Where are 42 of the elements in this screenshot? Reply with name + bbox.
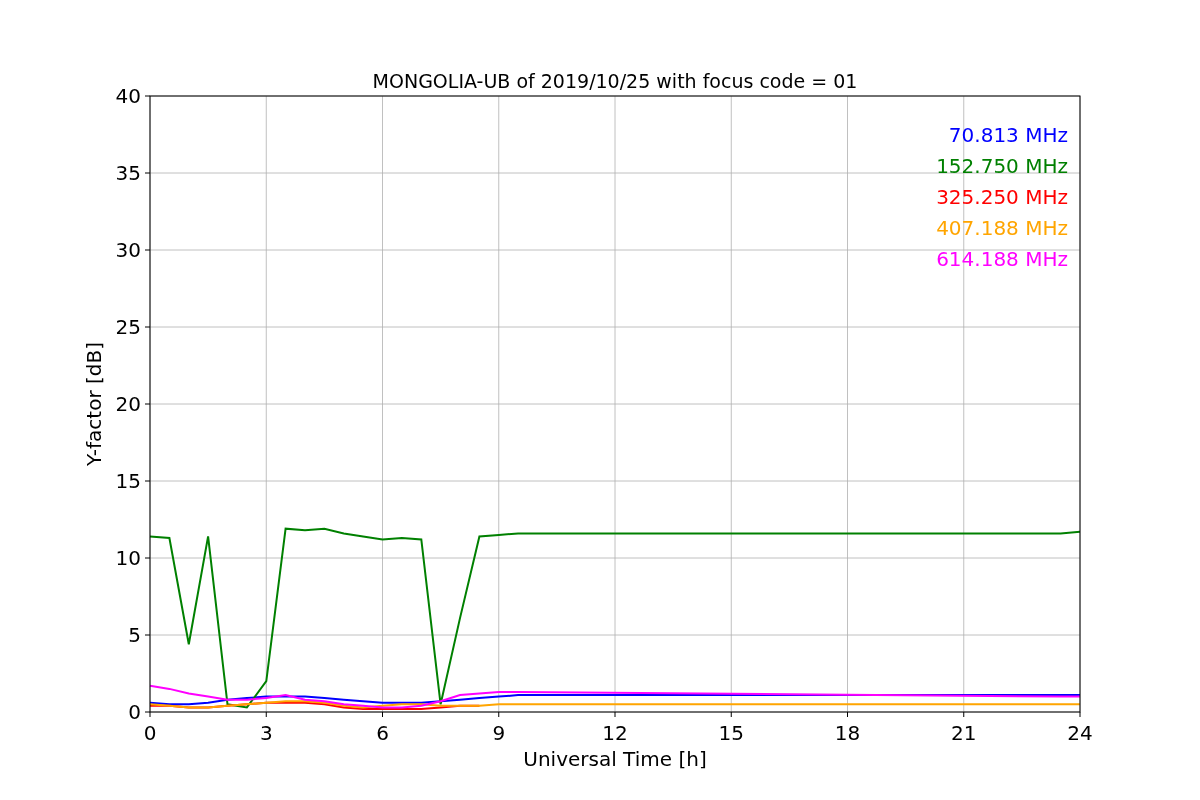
- y-tick-label: 25: [115, 315, 141, 339]
- x-tick-label: 12: [602, 721, 628, 745]
- x-tick-label: 9: [492, 721, 506, 745]
- y-tick-label: 40: [115, 84, 151, 108]
- x-tick-label: 21: [951, 721, 977, 745]
- y-tick-label: 10: [115, 546, 141, 570]
- y-tick-label: 0: [128, 700, 141, 724]
- legend-label: 407.188 MHz: [936, 216, 1068, 240]
- y-tick-label: 40: [115, 84, 141, 108]
- y-tick-label: 30: [115, 238, 151, 262]
- x-tick-label: 3: [259, 721, 273, 745]
- x-tick-label: 18: [834, 721, 861, 745]
- x-tick-label: 0: [143, 721, 157, 745]
- y-tick-label: 20: [115, 392, 141, 416]
- x-tick-label: 6: [376, 721, 389, 745]
- x-tick-label: 24: [1067, 721, 1093, 745]
- x-tick-label: 21: [951, 711, 977, 745]
- y-tick-label: 15: [115, 469, 151, 493]
- legend-label: 325.250 MHz: [936, 185, 1068, 209]
- x-tick-label: 15: [718, 721, 744, 745]
- legend-label: 70.813 MHz: [948, 123, 1068, 147]
- legend-label: 152.750 MHz: [936, 154, 1068, 178]
- y-tick-label: 10: [115, 546, 151, 570]
- y-tick-label: 5: [128, 623, 141, 647]
- y-tick-label: 35: [115, 161, 141, 185]
- x-tick-label: 18: [834, 711, 861, 745]
- legend-label: 614.188 MHz: [936, 247, 1068, 271]
- x-tick-label: 3: [259, 711, 273, 745]
- x-tick-label: 24: [1067, 711, 1093, 745]
- y-tick-label: 30: [115, 238, 141, 262]
- y-tick-label: 35: [115, 161, 151, 185]
- x-tick-label: 15: [718, 711, 744, 745]
- chart-title: MONGOLIA-UB of 2019/10/25 with focus code = 01: [372, 70, 858, 92]
- y-axis-label: Y-factor [dB]: [82, 342, 106, 466]
- y-tick-label: 25: [115, 315, 151, 339]
- y-tick-label: 20: [115, 392, 151, 416]
- y-tick-label: 5: [128, 623, 151, 647]
- y-tick-label: 15: [115, 469, 141, 493]
- x-tick-label: 6: [376, 711, 389, 745]
- x-axis-label: Universal Time [h]: [523, 747, 707, 771]
- x-tick-label: 9: [492, 711, 506, 745]
- x-tick-label: 12: [602, 711, 628, 745]
